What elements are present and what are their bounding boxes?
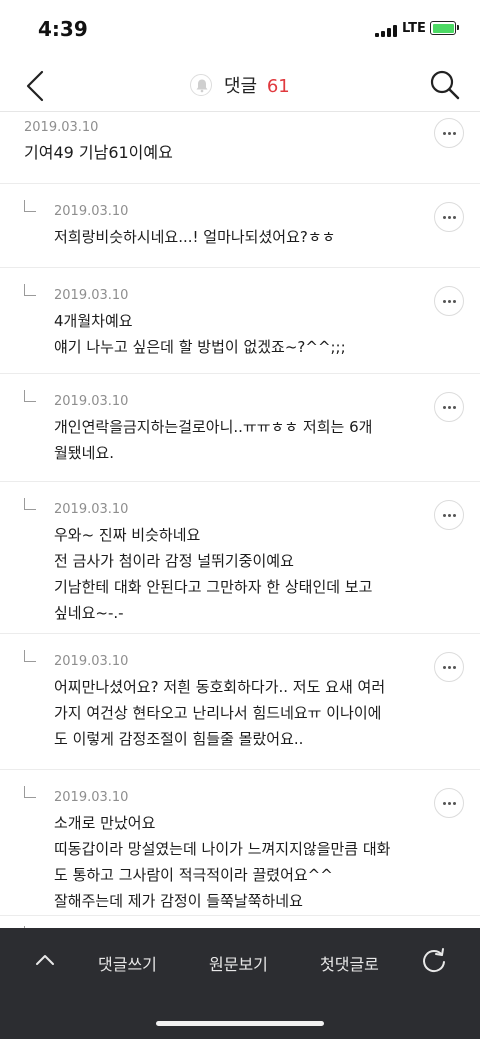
- refresh-button[interactable]: [420, 946, 448, 974]
- reply-arrow-icon: [24, 786, 36, 798]
- status-bar: 4:39 LTE: [0, 0, 480, 60]
- search-button[interactable]: [428, 68, 462, 102]
- comment-date: 2019.03.10: [54, 394, 129, 409]
- status-time: 4:39: [38, 17, 88, 41]
- more-horizontal-icon: [442, 665, 446, 669]
- page-title: 댓글 61: [0, 72, 480, 98]
- more-horizontal-icon: [442, 215, 446, 219]
- more-button[interactable]: [434, 118, 464, 148]
- more-button[interactable]: [434, 500, 464, 530]
- more-horizontal-icon: [442, 131, 446, 135]
- comment-reply: 2019.03.10 어찌만나셨어요? 저흰 동호회하다가.. 저도 요새 여러…: [0, 634, 480, 770]
- comment-text: 소개로 만났어요 띠동갑이라 망설였는데 나이가 느껴지지않을만큼 대화 도 통…: [54, 814, 391, 910]
- comment-text: 개인연락을금지하는걸로아니..ㅠㅠㅎㅎ 저희는 6개 월됐네요.: [54, 418, 373, 462]
- comment-reply: 2019.03.10 소개로 만났어요 띠동갑이라 망설였는데 나이가 느껴지지…: [0, 770, 480, 916]
- comment-item: 2019.03.10 기여49 기남61이예요: [0, 112, 480, 184]
- signal-icon: [375, 25, 399, 37]
- more-button[interactable]: [434, 788, 464, 818]
- reply-arrow-icon: [24, 284, 36, 296]
- view-original-button[interactable]: 원문보기: [209, 951, 268, 975]
- more-horizontal-icon: [442, 405, 446, 409]
- reply-arrow-icon: [24, 650, 36, 662]
- comment-reply: 2019.03.10 저희랑비슷하시네요...! 얼마나되셨어요?ㅎㅎ: [0, 184, 480, 268]
- comment-date: 2019.03.10: [54, 790, 129, 805]
- comment-reply: 2019.03.10 우와~ 진짜 비슷하네요 전 금사가 첨이라 감정 널뛰기…: [0, 482, 480, 634]
- network-type: LTE: [402, 21, 426, 36]
- bottom-toolbar: 댓글쓰기 원문보기 첫댓글로: [0, 928, 480, 1039]
- more-horizontal-icon: [442, 801, 446, 805]
- refresh-icon: [423, 948, 445, 973]
- more-button[interactable]: [434, 202, 464, 232]
- home-indicator[interactable]: [156, 1021, 324, 1026]
- write-comment-button[interactable]: 댓글쓰기: [98, 951, 157, 975]
- comment-date: 2019.03.10: [54, 502, 129, 517]
- comment-text: 4개월차예요 얘기 나누고 싶은데 할 방법이 없겠죠~?^^;;;: [54, 312, 346, 356]
- chevron-up-icon: [36, 955, 54, 965]
- more-button[interactable]: [434, 286, 464, 316]
- comment-date: 2019.03.10: [54, 288, 129, 303]
- comment-reply: 2019.03.10 개인연락을금지하는걸로아니..ㅠㅠㅎㅎ 저희는 6개 월됐…: [0, 374, 480, 482]
- reply-arrow-icon: [24, 390, 36, 402]
- more-button[interactable]: [434, 392, 464, 422]
- comment-date: 2019.03.10: [54, 204, 129, 219]
- comment-text: 어찌만나셨어요? 저흰 동호회하다가.. 저도 요새 여러 가지 여건상 현타오…: [54, 678, 386, 748]
- comment-list[interactable]: 2019.03.10 기여49 기남61이예요 2019.03.10 저희랑비슷…: [0, 112, 480, 928]
- more-horizontal-icon: [442, 513, 446, 517]
- comment-reply: 2019.03.10 4개월차예요 얘기 나누고 싶은데 할 방법이 없겠죠~?…: [0, 268, 480, 374]
- more-button[interactable]: [434, 652, 464, 682]
- comment-text: 저희랑비슷하시네요...! 얼마나되셨어요?ㅎㅎ: [54, 228, 336, 246]
- comment-date: 2019.03.10: [54, 654, 129, 669]
- comment-date: 2019.03.10: [24, 120, 99, 135]
- more-horizontal-icon: [442, 299, 446, 303]
- first-comment-button[interactable]: 첫댓글로: [320, 951, 379, 975]
- search-icon: [430, 70, 460, 100]
- battery-icon: [430, 21, 459, 35]
- header: 댓글 61: [0, 60, 480, 112]
- reply-arrow-icon: [24, 200, 36, 212]
- comment-text: 기여49 기남61이예요: [24, 143, 173, 162]
- comment-text: 우와~ 진짜 비슷하네요 전 금사가 첨이라 감정 널뛰기중이예요 기남한테 대…: [54, 526, 373, 622]
- comments-title: 댓글: [223, 76, 258, 97]
- comments-count: 61: [266, 76, 290, 97]
- reply-arrow-icon: [24, 498, 36, 510]
- bell-icon[interactable]: [190, 74, 213, 96]
- scroll-top-button[interactable]: [33, 950, 57, 970]
- comment-reply: [0, 916, 480, 928]
